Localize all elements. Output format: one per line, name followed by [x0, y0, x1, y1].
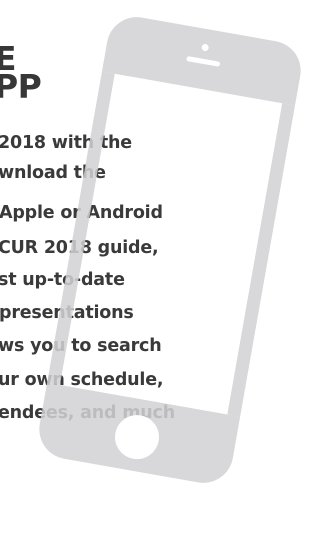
- body-line-6: presentations: [0, 303, 134, 323]
- body-line-3: Apple or Android: [0, 203, 163, 223]
- body-line-2: wnload the: [0, 163, 106, 183]
- body-line-9: endees, and much: [0, 403, 175, 423]
- body-line-8: ur own schedule,: [0, 370, 164, 390]
- app-promo-panel: E PP 2018 with the wnload the Apple or A…: [0, 0, 318, 533]
- body-line-7: ws you to search: [0, 336, 162, 356]
- heading-line-2: PP: [0, 67, 42, 106]
- promo-text: E PP 2018 with the wnload the Apple or A…: [0, 0, 318, 533]
- body-line-4: CUR 2018 guide,: [0, 238, 159, 258]
- body-line-5: st up-to-date: [0, 270, 125, 290]
- body-line-1: 2018 with the: [0, 133, 132, 153]
